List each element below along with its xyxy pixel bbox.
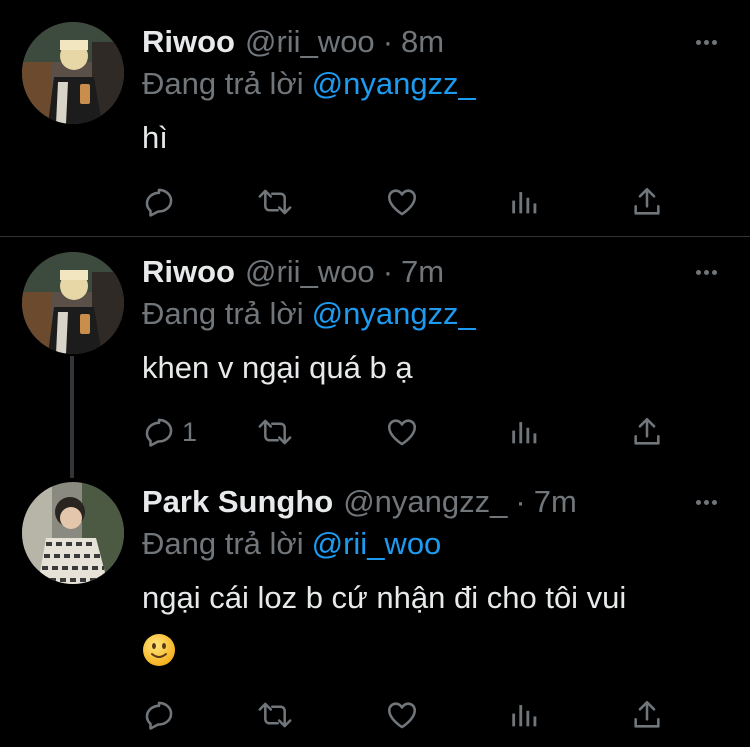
share-icon: [634, 417, 660, 445]
tweet-header: Riwoo @rii_woo · 7m: [142, 252, 444, 292]
thread-connector: [70, 356, 74, 478]
views-icon: [512, 422, 537, 444]
user-handle[interactable]: @rii_woo: [245, 252, 375, 292]
views-button[interactable]: [508, 695, 542, 735]
tweet-divider: [0, 236, 750, 237]
views-button[interactable]: [508, 182, 542, 222]
avatar[interactable]: [22, 22, 124, 124]
share-button[interactable]: [630, 695, 664, 735]
more-icon[interactable]: [692, 488, 720, 516]
reply-mention[interactable]: @nyangzz_: [312, 66, 476, 101]
reply-count: 1: [182, 416, 198, 447]
views-icon: [512, 192, 537, 214]
timestamp[interactable]: 8m: [401, 22, 444, 62]
views-button[interactable]: [508, 412, 542, 452]
user-handle[interactable]: @nyangzz_: [343, 482, 507, 522]
share-button[interactable]: [630, 412, 664, 452]
avatar[interactable]: [22, 482, 124, 584]
reply-icon: [145, 188, 173, 217]
tweet-text: khen v ngại quá b ạ: [142, 350, 413, 385]
tweet-header: Riwoo @rii_woo · 8m: [142, 22, 444, 62]
share-icon: [634, 187, 660, 215]
like-icon: [387, 702, 417, 729]
reply-prefix: Đang trả lời: [142, 296, 304, 331]
share-button[interactable]: [630, 182, 664, 222]
tweet-text: ngại cái loz b cứ nhận đi cho tôi vui: [142, 580, 627, 615]
replying-to: Đang trả lời @nyangzz_: [142, 294, 476, 334]
like-icon: [387, 419, 417, 446]
retweet-icon: [258, 702, 292, 728]
tweet-header: Park Sungho @nyangzz_ · 7m: [142, 482, 577, 522]
display-name[interactable]: Riwoo: [142, 22, 235, 62]
display-name[interactable]: Park Sungho: [142, 482, 333, 522]
slightly-smiling-face-icon: [143, 634, 175, 666]
more-icon[interactable]: [692, 258, 720, 286]
reply-button[interactable]: [142, 182, 182, 222]
reply-prefix: Đang trả lời: [142, 66, 304, 101]
views-icon: [512, 705, 537, 727]
action-bar: [142, 182, 682, 222]
separator-dot: ·: [515, 484, 526, 519]
share-icon: [634, 700, 660, 728]
reply-mention[interactable]: @nyangzz_: [312, 296, 476, 331]
retweet-icon: [258, 419, 292, 445]
reply-button[interactable]: 1: [142, 412, 197, 452]
replying-to: Đang trả lời @rii_woo: [142, 524, 441, 564]
display-name[interactable]: Riwoo: [142, 252, 235, 292]
like-icon: [387, 189, 417, 216]
reply-prefix: Đang trả lời: [142, 526, 304, 561]
separator-dot: ·: [382, 254, 394, 289]
like-button[interactable]: [385, 695, 419, 735]
action-bar: 1: [142, 412, 682, 452]
timestamp[interactable]: 7m: [401, 252, 444, 292]
separator-dot: ·: [382, 24, 394, 59]
tweet-text: hì: [142, 120, 168, 155]
reply-button[interactable]: [142, 695, 176, 735]
timestamp[interactable]: 7m: [534, 482, 577, 522]
retweet-button[interactable]: [257, 412, 293, 452]
reply-icon: [145, 701, 173, 730]
retweet-button[interactable]: [257, 182, 293, 222]
reply-icon: [145, 418, 173, 447]
action-bar: [142, 695, 682, 735]
replying-to: Đang trả lời @nyangzz_: [142, 64, 476, 104]
retweet-icon: [258, 189, 292, 215]
user-handle[interactable]: @rii_woo: [245, 22, 375, 62]
reply-mention[interactable]: @rii_woo: [312, 526, 442, 561]
more-icon[interactable]: [692, 28, 720, 56]
retweet-button[interactable]: [257, 695, 293, 735]
like-button[interactable]: [385, 412, 419, 452]
avatar[interactable]: [22, 252, 124, 354]
like-button[interactable]: [385, 182, 419, 222]
